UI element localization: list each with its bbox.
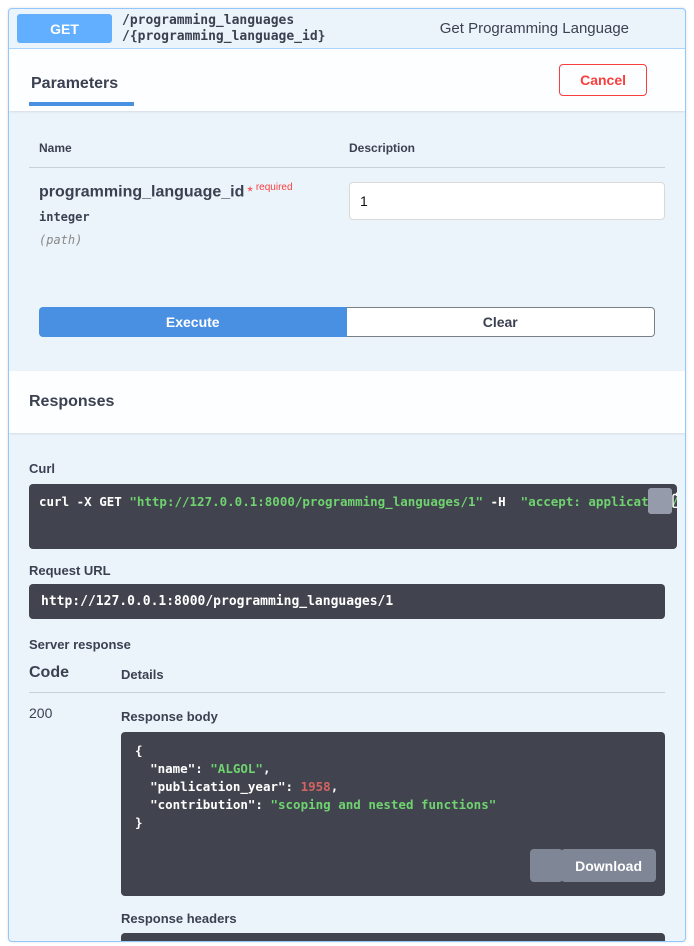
parameters-container: Name Description programming_language_id… — [9, 111, 685, 371]
operation-description: Get Programming Language — [440, 20, 629, 37]
parameter-type: integer — [39, 210, 349, 224]
json-key-year: "publication_year": — [150, 779, 301, 794]
copy-to-clipboard-icon — [634, 484, 677, 526]
response-headers: content-length: 86 content-type: applica… — [121, 933, 665, 942]
curl-command[interactable]: curl -X GET "http://127.0.0.1:8000/progr… — [29, 484, 677, 549]
parameter-info: programming_language_id* required integer… — [39, 182, 349, 247]
json-comma: , — [263, 761, 271, 776]
operation-path-line2: /{programming_language_id} — [122, 29, 326, 45]
curl-cmd-text: curl -X GET — [39, 494, 129, 509]
response-headers-label: Response headers — [121, 911, 665, 926]
column-name: Name — [39, 141, 349, 155]
http-method-badge[interactable]: GET — [17, 14, 112, 43]
responses-section-header: Responses — [9, 371, 685, 433]
required-asterisk: * — [247, 183, 252, 199]
execute-row: Execute Clear — [39, 307, 655, 337]
curl-label: Curl — [29, 461, 665, 476]
operation-path-line1: /programming_languages — [122, 13, 326, 29]
download-button[interactable]: Download — [561, 849, 656, 882]
parameter-location: (path) — [39, 233, 349, 247]
json-key-contribution: "contribution": — [150, 797, 270, 812]
parameters-table-header: Name Description — [29, 135, 665, 168]
response-body: { "name": "ALGOL", "publication_year": 1… — [121, 732, 665, 896]
curl-url-text: "http://127.0.0.1:8000/programming_langu… — [129, 494, 483, 509]
curl-flag-text: -H — [483, 494, 513, 509]
json-comma: , — [331, 779, 339, 794]
operation-path: /programming_languages /{programming_lan… — [122, 13, 326, 45]
response-table-header: Code Details — [29, 664, 665, 693]
parameter-name: programming_language_id — [39, 183, 244, 200]
responses-title: Responses — [29, 393, 114, 411]
copy-curl-button[interactable] — [648, 488, 672, 514]
column-description: Description — [349, 141, 665, 155]
responses-container: Curl curl -X GET "http://127.0.0.1:8000/… — [9, 433, 685, 942]
column-details: Details — [121, 667, 665, 682]
request-url-label: Request URL — [29, 563, 665, 578]
json-brace-open: { — [135, 743, 143, 758]
execute-button[interactable]: Execute — [39, 307, 347, 337]
cancel-button[interactable]: Cancel — [559, 64, 647, 96]
clear-button[interactable]: Clear — [347, 307, 656, 337]
response-row: 200 Response body { "name": "ALGOL", "pu… — [29, 693, 665, 942]
server-response-label: Server response — [29, 637, 665, 652]
parameter-row: programming_language_id* required integer… — [29, 182, 665, 247]
required-label: required — [256, 182, 293, 193]
operation-summary[interactable]: GET /programming_languages /{programming… — [9, 9, 685, 49]
operation-panel: GET /programming_languages /{programming… — [8, 8, 686, 942]
json-value-contribution: "scoping and nested functions" — [270, 797, 496, 812]
json-value-name: "ALGOL" — [210, 761, 263, 776]
parameter-description-cell — [349, 182, 665, 247]
json-key-name: "name": — [150, 761, 210, 776]
json-value-year: 1958 — [301, 779, 331, 794]
response-details-cell: Response body { "name": "ALGOL", "public… — [121, 693, 665, 942]
status-code: 200 — [29, 693, 121, 942]
column-code: Code — [29, 664, 121, 682]
request-url-value: http://127.0.0.1:8000/programming_langua… — [29, 584, 665, 619]
tab-parameters-label: Parameters — [31, 75, 118, 92]
parameter-value-input[interactable] — [349, 182, 665, 220]
tab-parameters[interactable]: Parameters — [29, 75, 134, 106]
parameters-section-header: Parameters Cancel — [9, 49, 685, 111]
json-brace-close: } — [135, 815, 143, 830]
copy-response-button[interactable] — [530, 849, 563, 882]
response-body-label: Response body — [121, 709, 665, 724]
